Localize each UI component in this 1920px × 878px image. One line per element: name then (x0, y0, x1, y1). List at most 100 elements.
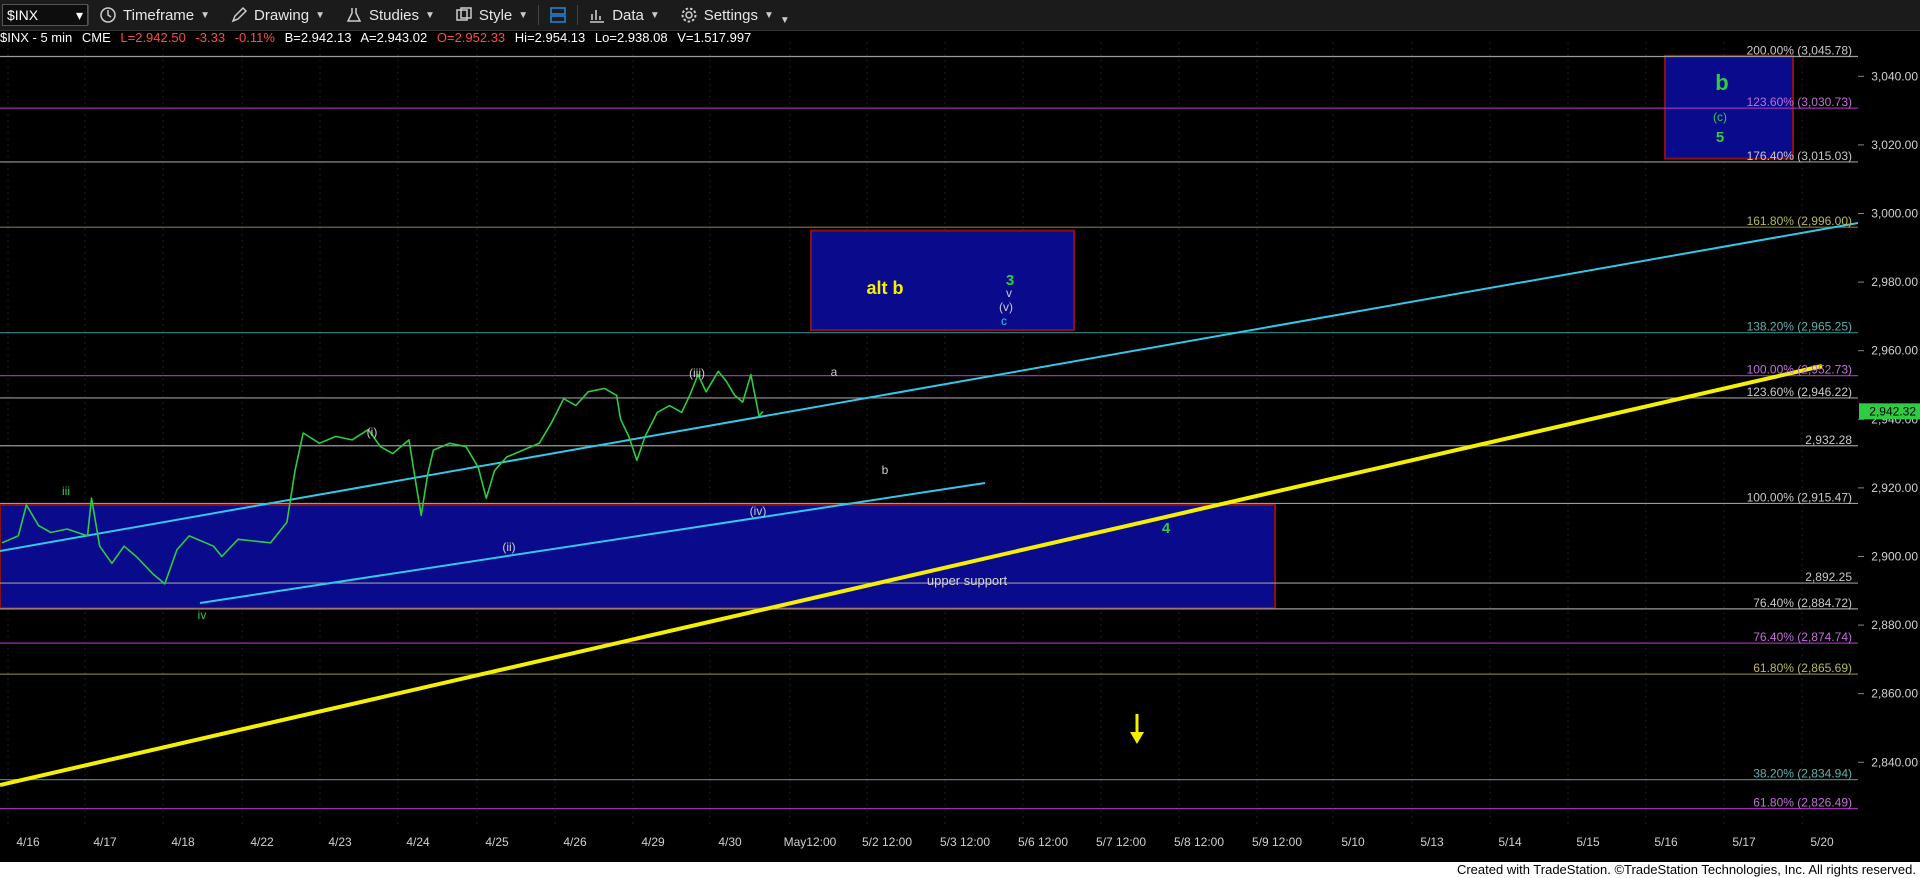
drawing-menu[interactable]: Drawing ▼ (220, 0, 335, 30)
x-tick-label: 4/23 (328, 835, 352, 849)
caret-down-icon: ▼ (200, 9, 211, 21)
fib-level-label: 2,892.25 (1805, 570, 1852, 584)
wave-label: b (882, 463, 889, 477)
x-tick-label: 5/13 (1420, 835, 1444, 849)
wave-label: (i) (367, 425, 378, 439)
footer-credit: Created with TradeStation. ©TradeStation… (1456, 862, 1916, 877)
x-tick-label: 5/14 (1498, 835, 1522, 849)
caret-down-icon: ▼ (518, 9, 529, 21)
x-tick-label: 4/30 (718, 835, 742, 849)
bar-chart-icon (590, 10, 605, 23)
caret-down-icon: ▼ (315, 9, 325, 21)
layout-icon (550, 7, 566, 23)
symbol-value: $INX (7, 7, 39, 23)
fib-level-label: 61.80% (2,865.69) (1753, 661, 1852, 675)
y-tick-label: 3,040.00 (1871, 69, 1918, 83)
y-tick-label: 2,980.00 (1871, 275, 1918, 289)
x-tick-label: 5/6 12:00 (1018, 835, 1068, 849)
overflow-caret-icon: ▼ (779, 14, 790, 26)
fib-level-label: 76.40% (2,874.74) (1753, 630, 1852, 644)
x-tick-label: 4/26 (563, 835, 587, 849)
wave-label: (v) (999, 300, 1013, 314)
x-tick-label: 5/20 (1810, 835, 1834, 849)
x-tick-label: 5/8 12:00 (1174, 835, 1224, 849)
studies-menu[interactable]: Studies ▼ (335, 0, 445, 30)
settings-menu[interactable]: Settings ▼ ▼ (670, 0, 800, 30)
caret-down-icon: ▼ (649, 9, 660, 21)
box-label-alt-b: alt b (866, 278, 903, 298)
price-chart[interactable]: 4/16 4/17 4/18 4/22 4/23 4/24 4/25 4/26 4/29 4/30… (0, 42, 1920, 862)
y-tick-label: 2,880.00 (1871, 618, 1918, 632)
wave-label: a (831, 365, 838, 379)
y-tick-label: 2,840.00 (1871, 755, 1918, 769)
studies-label: Studies (368, 6, 420, 24)
fib-level-label: 123.60% (2,946.22) (1747, 385, 1852, 399)
chart-background (0, 42, 1920, 862)
symbol-selector[interactable]: $INX ▾ (2, 4, 88, 26)
style-menu[interactable]: Style ▼ (445, 0, 538, 30)
y-tick-label: 3,000.00 (1871, 206, 1918, 220)
box-label-b: b (1715, 70, 1728, 95)
x-tick-label: 4/16 (16, 835, 40, 849)
x-tick-label: 4/22 (250, 835, 274, 849)
wave-label: 5 (1716, 129, 1724, 146)
footer: Created with TradeStation. ©TradeStation… (0, 862, 1920, 878)
x-tick-label: 4/24 (406, 835, 430, 849)
x-tick-label: 4/17 (93, 835, 117, 849)
box-label-upper-support: upper support (927, 573, 1008, 588)
timeframe-label: Timeframe (123, 6, 195, 24)
fib-level-label: 76.40% (2,884.72) (1753, 596, 1852, 610)
x-tick-label: 5/10 (1341, 835, 1365, 849)
pencil-icon (231, 6, 248, 23)
x-tick-label: 5/2 12:00 (862, 835, 912, 849)
x-tick-label: 4/25 (485, 835, 509, 849)
fib-level-label: 200.00% (3,045.78) (1747, 43, 1852, 57)
y-tick-label: 2,900.00 (1871, 549, 1918, 563)
y-tick-label: 2,920.00 (1871, 481, 1918, 495)
x-tick-label: 5/7 12:00 (1096, 835, 1146, 849)
x-tick-label: 5/17 (1732, 835, 1756, 849)
y-tick-label: 3,020.00 (1871, 138, 1918, 152)
x-tick-label: 4/29 (641, 835, 665, 849)
fib-level-label: 123.60% (3,030.73) (1747, 95, 1852, 109)
fib-level-label: 176.40% (3,015.03) (1747, 149, 1852, 163)
gear-icon (681, 7, 697, 23)
fib-level-label: 100.00% (2,952.73) (1747, 363, 1852, 377)
wave-label: (iii) (689, 366, 705, 380)
wave-label: v (1006, 286, 1012, 300)
style-label: Style (478, 6, 513, 24)
y-tick-label: 2,860.00 (1871, 687, 1918, 701)
x-tick-label: 5/9 12:00 (1252, 835, 1302, 849)
y-tick-label: 2,960.00 (1871, 344, 1918, 358)
caret-down-icon: ▼ (763, 9, 774, 21)
fib-level-label: 61.80% (2,826.49) (1753, 796, 1852, 810)
fib-level-label: 38.20% (2,834.94) (1753, 767, 1852, 781)
x-tick-label: May12:00 (784, 835, 837, 849)
layout-button[interactable] (539, 0, 577, 30)
x-tick-label: 5/16 (1654, 835, 1678, 849)
last-price-label: 2,942.32 (1869, 404, 1916, 418)
chevron-down-icon: ▾ (75, 6, 83, 23)
data-menu[interactable]: Data ▼ (578, 0, 670, 30)
wave-label: (c) (1713, 110, 1727, 124)
fib-level-label: 138.20% (2,965.25) (1747, 320, 1852, 334)
caret-down-icon: ▼ (425, 9, 435, 21)
wave-label: (ii) (502, 540, 515, 554)
x-tick-label: 5/15 (1576, 835, 1600, 849)
data-label: Data (612, 6, 644, 24)
x-tick-label: 5/3 12:00 (940, 835, 990, 849)
wave-label: 4 (1162, 520, 1171, 537)
fib-level-label: 100.00% (2,915.47) (1747, 490, 1852, 504)
upper-support-box (0, 504, 1276, 609)
alt-b-target-box (810, 229, 1075, 332)
timeframe-menu[interactable]: Timeframe ▼ (89, 0, 220, 30)
wave-label: iii (62, 484, 70, 498)
wave-label: c (1001, 314, 1007, 328)
wave-label: iv (198, 608, 207, 622)
settings-label: Settings (703, 6, 758, 24)
fib-level-label: 2,932.28 (1805, 433, 1852, 447)
drawing-label: Drawing (254, 6, 310, 24)
x-tick-label: 4/18 (171, 835, 195, 849)
toolbar: $INX ▾ Timeframe ▼ Drawing ▼ Studies ▼ S… (0, 0, 1920, 31)
wave-label: (iv) (750, 504, 767, 518)
